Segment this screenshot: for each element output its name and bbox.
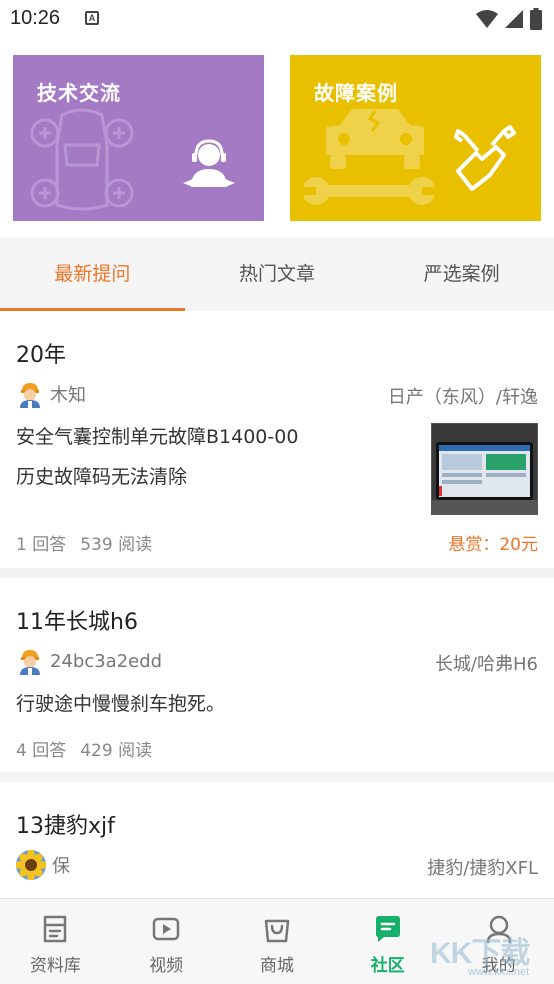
nav-label: 视频 (149, 956, 184, 976)
fault-cases-title: 故障案例 (314, 81, 398, 105)
status-time: 10:26 (10, 7, 61, 29)
mechanic-avatar-icon (20, 650, 40, 675)
notification-a-icon: A (85, 11, 99, 25)
post-stats: 4 回答 429 阅读 (16, 736, 152, 761)
car-model: 日产（东风）/轩逸 (387, 387, 538, 408)
tab-latest-questions[interactable]: 最新提问 (0, 237, 185, 311)
support-agent-icon (183, 139, 235, 187)
post-card[interactable]: 11年长城h6 24bc3a2edd 长城/哈弗H6 行驶途中慢慢刹车抱死。 4… (0, 578, 554, 772)
status-icons (476, 8, 542, 30)
signal-icon (505, 10, 523, 28)
read-count: 429 阅读 (80, 741, 153, 761)
answer-count: 1 回答 (16, 535, 67, 555)
post-body-line: 历史故障码无法清除 (16, 466, 188, 488)
post-title: 13捷豹xjf (16, 814, 115, 839)
diagnostic-screen-image (432, 424, 537, 514)
tab-bar: 最新提问 热门文章 严选案例 (0, 237, 554, 311)
nav-item-community[interactable]: 社区 (332, 899, 443, 984)
nav-item-video[interactable]: 视频 (111, 899, 222, 984)
nav-item-shop[interactable]: 商城 (222, 899, 333, 984)
author-row: 24bc3a2edd (16, 646, 162, 676)
mechanic-avatar-icon (20, 383, 40, 408)
wifi-icon (476, 10, 498, 28)
post-card[interactable]: 20年 木知 日产（东风）/轩逸 安全气囊控制单元故障B1400-00 历史故障… (0, 311, 554, 568)
post-thumbnail-image[interactable] (431, 423, 538, 515)
post-title: 11年长城h6 (16, 610, 138, 635)
author-name: 24bc3a2edd (50, 650, 163, 672)
fault-cases-card[interactable]: 故障案例 (290, 55, 541, 221)
post-title: 20年 (16, 343, 66, 368)
read-count: 539 阅读 (80, 535, 153, 555)
answer-count: 4 回答 (16, 741, 67, 761)
author-row: 木知 (16, 379, 86, 409)
author-row: 保 (16, 850, 70, 880)
hand-wrench-icon (454, 125, 516, 191)
car-top-view-icon (30, 108, 134, 211)
sunflower-avatar-icon (16, 850, 46, 880)
shop-bag-icon (264, 919, 290, 943)
tech-exchange-card[interactable]: 技术交流 (13, 55, 264, 221)
broken-car-icon (326, 109, 424, 169)
watermark-url: www.kkx.net (468, 966, 530, 978)
post-body-line: 安全气囊控制单元故障B1400-00 (16, 426, 299, 448)
community-chat-icon (375, 916, 400, 942)
reward-amount: 悬赏：20元 (448, 535, 538, 555)
car-model: 长城/哈弗H6 (434, 654, 538, 675)
post-body: 行驶途中慢慢刹车抱死。 (16, 684, 225, 724)
car-model: 捷豹/捷豹XFL (427, 858, 538, 879)
nav-label: 商城 (259, 956, 294, 976)
wrench-big-icon (304, 177, 434, 205)
post-stats: 1 回答 539 阅读 (16, 530, 152, 555)
author-name: 木知 (50, 385, 86, 406)
banner-area: 技术交流 故障案例 (0, 38, 554, 237)
status-bar: 10:26 A (0, 0, 554, 38)
battery-icon (530, 8, 542, 30)
nav-label: 社区 (370, 956, 405, 976)
post-body-line: 行驶途中慢慢刹车抱死。 (16, 693, 226, 715)
tab-hot-articles[interactable]: 热门文章 (185, 237, 370, 311)
post-body: 安全气囊控制单元故障B1400-00 历史故障码无法清除 (16, 417, 298, 497)
library-icon (44, 915, 67, 943)
nav-label: 资料库 (29, 956, 81, 976)
tech-exchange-title: 技术交流 (37, 81, 121, 105)
author-name: 保 (52, 856, 70, 877)
nav-item-library[interactable]: 资料库 (0, 899, 111, 984)
video-icon (152, 917, 180, 941)
tab-selected-cases[interactable]: 严选案例 (369, 237, 554, 311)
post-card[interactable]: 13捷豹xjf 保 捷豹/捷豹XFL (0, 782, 554, 898)
